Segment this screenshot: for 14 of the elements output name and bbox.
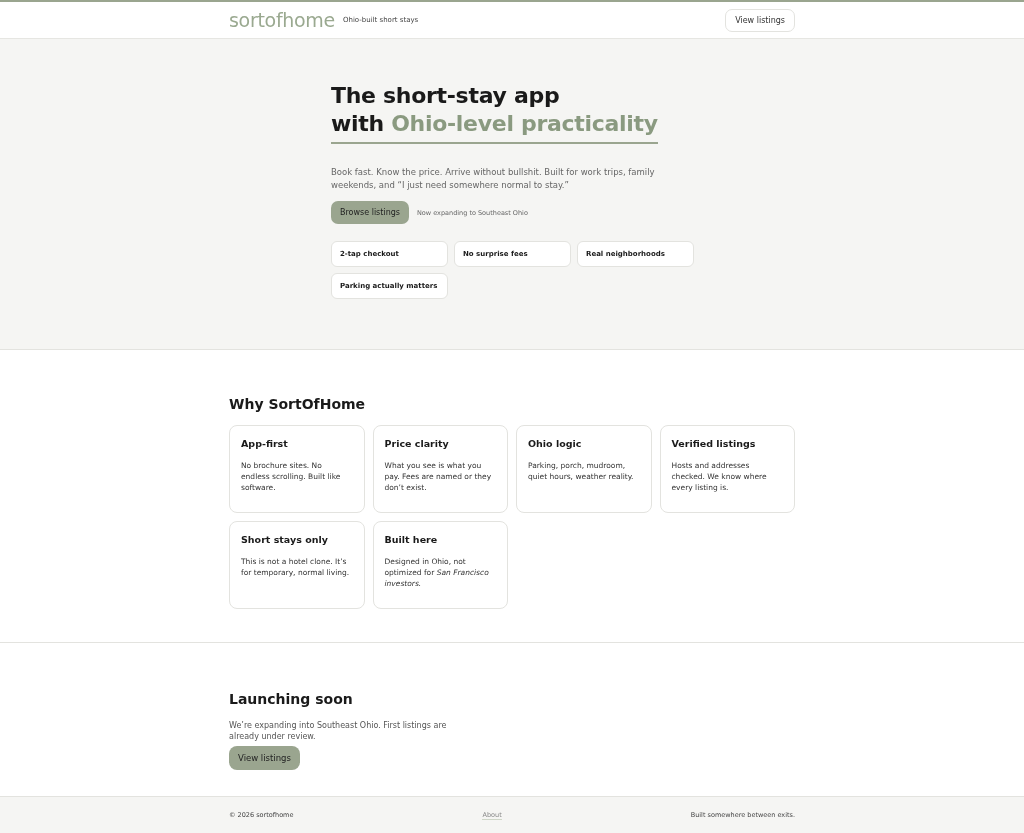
- card-title: Built here: [384, 534, 439, 545]
- view-listings-button[interactable]: View listings: [725, 8, 795, 32]
- card-title: Price clarity: [384, 438, 450, 449]
- view-listings-button[interactable]: View listings: [229, 746, 300, 770]
- section-heading: Why SortOfHome: [229, 396, 367, 412]
- browse-listings-button[interactable]: Browse listings: [331, 201, 409, 224]
- hero-description: Book fast. Know the price. Arrive without bullshit. Built for work trips, family weekends, and “I just need somewhere normal to stay.”: [331, 166, 656, 192]
- card-title: App-first: [241, 438, 289, 449]
- card-title: Short stays only: [241, 534, 329, 545]
- launch-text: We’re expanding into Southeast Ohio. First listings are already under review.: [229, 720, 448, 742]
- hero-heading: The short-stay app with Ohio-level practicality: [331, 82, 658, 144]
- card-title: Verified listings: [671, 438, 757, 449]
- section-heading: Launching soon: [229, 691, 354, 707]
- card-title: Ohio logic: [528, 438, 583, 449]
